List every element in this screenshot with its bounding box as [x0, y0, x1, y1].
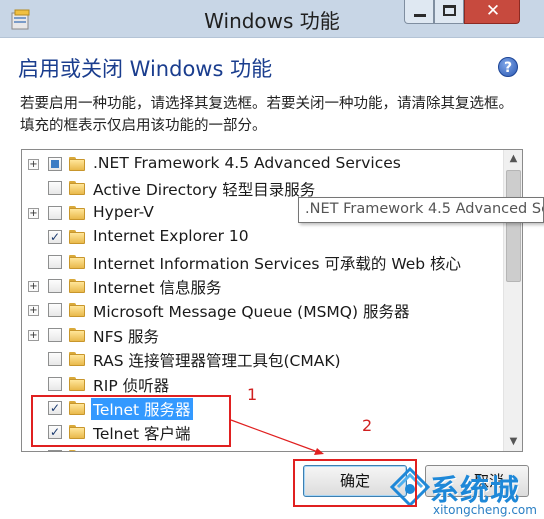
title-bar: Windows 功能 ✕	[0, 0, 544, 38]
close-icon: ✕	[485, 1, 501, 21]
expand-icon[interactable]: +	[28, 329, 39, 341]
feature-checkbox[interactable]	[48, 376, 62, 391]
folder-icon	[69, 279, 85, 293]
scroll-thumb[interactable]	[506, 170, 521, 282]
expand-icon[interactable]: +	[28, 207, 39, 219]
folder-icon	[69, 181, 85, 196]
vertical-scrollbar[interactable]: ▲ ▼	[503, 150, 522, 451]
scroll-up-icon[interactable]: ▲	[504, 150, 522, 168]
feature-checkbox[interactable]	[48, 157, 62, 171]
feature-checkbox[interactable]	[48, 205, 62, 220]
description-text: 若要启用一种功能，请选择其复选框。若要关闭一种功能，请清除其复选框。填充的框表示…	[20, 96, 513, 134]
expand-icon[interactable]: +	[28, 305, 39, 317]
feature-label: NFS 服务	[93, 327, 160, 346]
feature-checkbox[interactable]: ✓	[48, 230, 62, 245]
feature-label: RAS 连接管理器管理工具包(CMAK)	[93, 352, 341, 371]
feature-label: .NET Framework 4.5 Advanced Services	[93, 154, 401, 172]
expand-icon[interactable]: +	[28, 159, 39, 170]
feature-row[interactable]: ✓ Internet Explorer 10	[22, 225, 504, 249]
feature-checkbox[interactable]	[48, 254, 62, 269]
annotation-box-telnet	[31, 395, 231, 447]
folder-icon	[69, 449, 85, 451]
folder-icon	[69, 327, 85, 342]
close-button[interactable]: ✕	[464, 0, 520, 24]
feature-checkbox[interactable]	[48, 449, 62, 451]
folder-icon	[69, 157, 85, 171]
tooltip: .NET Framework 4.5 Advanced Services	[298, 197, 544, 223]
watermark-url: xitongcheng.com	[433, 503, 537, 517]
feature-row[interactable]: + .NET Framework 4.5 Advanced Services	[22, 152, 504, 176]
feature-row[interactable]: + Internet 信息服务	[22, 274, 504, 298]
feature-checkbox[interactable]	[48, 352, 62, 367]
feature-checkbox[interactable]	[48, 181, 62, 196]
feature-label: Internet 信息服务	[93, 279, 222, 297]
feature-checkbox[interactable]	[48, 279, 62, 293]
feature-checkbox[interactable]	[48, 303, 62, 318]
scroll-down-icon[interactable]: ▼	[504, 433, 522, 451]
page-title: 启用或关闭 Windows 功能	[18, 57, 273, 81]
feature-label: Hyper-V	[93, 202, 154, 221]
folder-icon	[69, 230, 85, 245]
folder-icon	[69, 376, 85, 391]
feature-label: Active Directory 轻型目录服务	[93, 181, 316, 200]
feature-label: Microsoft Message Queue (MSMQ) 服务器	[93, 303, 410, 322]
feature-row[interactable]: RIP 侦听器	[22, 372, 504, 396]
feature-checkbox[interactable]	[48, 327, 62, 342]
maximize-button[interactable]	[434, 0, 464, 24]
feature-label: RIP 侦听器	[93, 376, 170, 395]
feature-row[interactable]: + NFS 服务	[22, 323, 504, 347]
folder-icon	[69, 303, 85, 318]
feature-label: Internet Explorer 10	[93, 227, 249, 246]
maximize-icon	[443, 5, 456, 16]
annotation-box-ok	[293, 459, 417, 507]
folder-icon	[69, 205, 85, 220]
feature-row[interactable]: RAS 连接管理器管理工具包(CMAK)	[22, 347, 504, 371]
minimize-icon	[414, 14, 426, 17]
folder-icon	[69, 352, 85, 367]
feature-label: Internet Information Services 可承载的 Web 核…	[93, 254, 462, 273]
folder-icon	[69, 254, 85, 269]
annotation-number-1: 1	[247, 385, 258, 404]
feature-row[interactable]: + Microsoft Message Queue (MSMQ) 服务器	[22, 298, 504, 322]
help-icon[interactable]: ?	[498, 57, 518, 77]
annotation-number-2: 2	[362, 416, 373, 435]
expand-icon[interactable]: +	[28, 281, 39, 292]
minimize-button[interactable]	[404, 0, 434, 24]
feature-row[interactable]: Internet Information Services 可承载的 Web 核…	[22, 250, 504, 274]
